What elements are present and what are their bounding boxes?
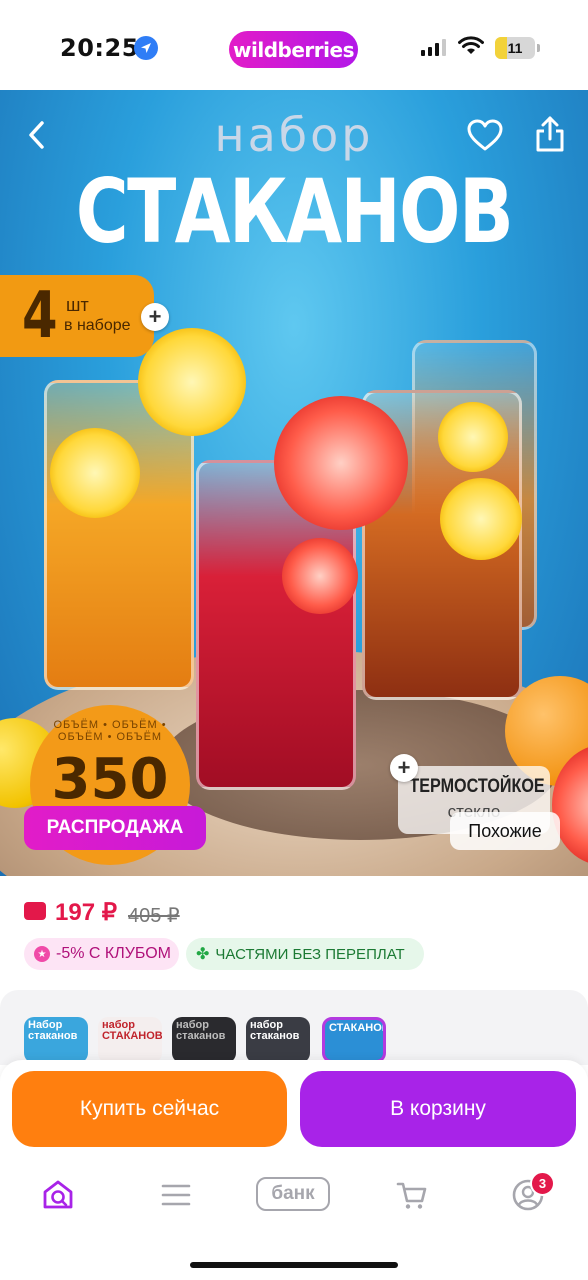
set-count-badge: 4 шт в наборе [0, 275, 154, 357]
thumbnail[interactable]: набор стаканов [246, 1017, 310, 1063]
home-search-icon[interactable] [38, 1175, 78, 1215]
wallet-icon [24, 902, 46, 920]
location-arrow-icon [134, 36, 158, 60]
lemon-slice [440, 478, 522, 560]
installments-label: ЧАСТЯМИ БЕЗ ПЕРЕПЛАТ [215, 945, 405, 963]
grapefruit-slice [282, 538, 358, 614]
club-discount-label: -5% С КЛУБОМ [56, 945, 171, 962]
cart-icon[interactable] [392, 1175, 432, 1215]
thumbnail-label: набор СТАКАНОВ [102, 1019, 162, 1042]
set-count-unit: шт [66, 295, 89, 315]
sale-badge: РАСПРОДАЖА [24, 806, 206, 850]
old-price: 405 ₽ [128, 905, 180, 927]
battery-icon: 11 [495, 37, 535, 59]
back-chevron-icon[interactable] [22, 118, 52, 152]
battery-level: 11 [507, 40, 523, 56]
bank-icon[interactable]: банк [256, 1177, 330, 1211]
share-icon[interactable] [532, 114, 568, 154]
buy-now-button[interactable]: Купить сейчас [12, 1071, 287, 1147]
thumbnail-label: набор стаканов [176, 1019, 226, 1042]
volume-ring-text: ОБЪЁМ • ОБЪЁМ • ОБЪЁМ • ОБЪЁМ [53, 719, 167, 743]
volume-number: 350 [51, 747, 169, 812]
current-price: 197 ₽ [55, 899, 117, 926]
thumbnail-label: СТАКАНОВ [329, 1022, 386, 1034]
thumbnail[interactable]: набор СТАКАНОВ [98, 1017, 162, 1063]
thumbnail-label: Набор стаканов [28, 1019, 78, 1042]
wifi-icon [458, 36, 484, 61]
price-section: 197 ₽ 405 ₽ ★ -5% С КЛУБОМ ✤ ЧАСТЯМИ БЕЗ… [0, 876, 588, 984]
thumbnail-selected[interactable]: СТАКАНОВ [322, 1017, 386, 1063]
action-sheet: Купить сейчас В корзину банк 3 [0, 1060, 588, 1280]
add-to-cart-button[interactable]: В корзину [300, 1071, 576, 1147]
plus-icon[interactable]: + [390, 754, 418, 782]
club-discount-pill[interactable]: ★ -5% С КЛУБОМ [24, 938, 179, 970]
brand-logo[interactable]: wildberries [229, 31, 358, 68]
set-count-label: в наборе [64, 317, 131, 334]
home-indicator [190, 1262, 398, 1268]
cellular-signal-icon [421, 38, 446, 56]
menu-icon[interactable] [156, 1175, 196, 1215]
status-bar: 20:25 wildberries 11 [0, 0, 588, 90]
product-hero-image[interactable]: набор СТАКАНОВ 4 шт в наборе + ОБЪЁМ • О… [0, 90, 588, 876]
heat-resistant-line1: ТЕРМОСТОЙКОЕ [409, 776, 545, 797]
clover-icon: ✤ [196, 946, 210, 963]
battery-cap [537, 44, 540, 52]
similar-button[interactable]: Похожие [450, 812, 560, 850]
plus-icon[interactable]: + [141, 303, 169, 331]
thumbnail-strip: Набор стаканов набор СТАКАНОВ набор стакано… [0, 990, 588, 1065]
lemon-slice [438, 402, 508, 472]
thumbnail[interactable]: набор стаканов [172, 1017, 236, 1063]
profile-notification-badge: 3 [530, 1171, 555, 1196]
set-count-number: 4 [22, 279, 58, 353]
club-star-icon: ★ [34, 946, 50, 962]
thumbnail[interactable]: Набор стаканов [24, 1017, 88, 1063]
installments-pill[interactable]: ✤ ЧАСТЯМИ БЕЗ ПЕРЕПЛАТ [186, 938, 424, 970]
status-time: 20:25 [60, 34, 139, 62]
thumbnail-label: набор стаканов [250, 1019, 300, 1042]
grapefruit-slice [274, 396, 408, 530]
lemon-slice [138, 328, 246, 436]
hero-title: СТАКАНОВ [75, 160, 514, 263]
heart-icon[interactable] [466, 118, 504, 152]
lemon-slice [50, 428, 140, 518]
